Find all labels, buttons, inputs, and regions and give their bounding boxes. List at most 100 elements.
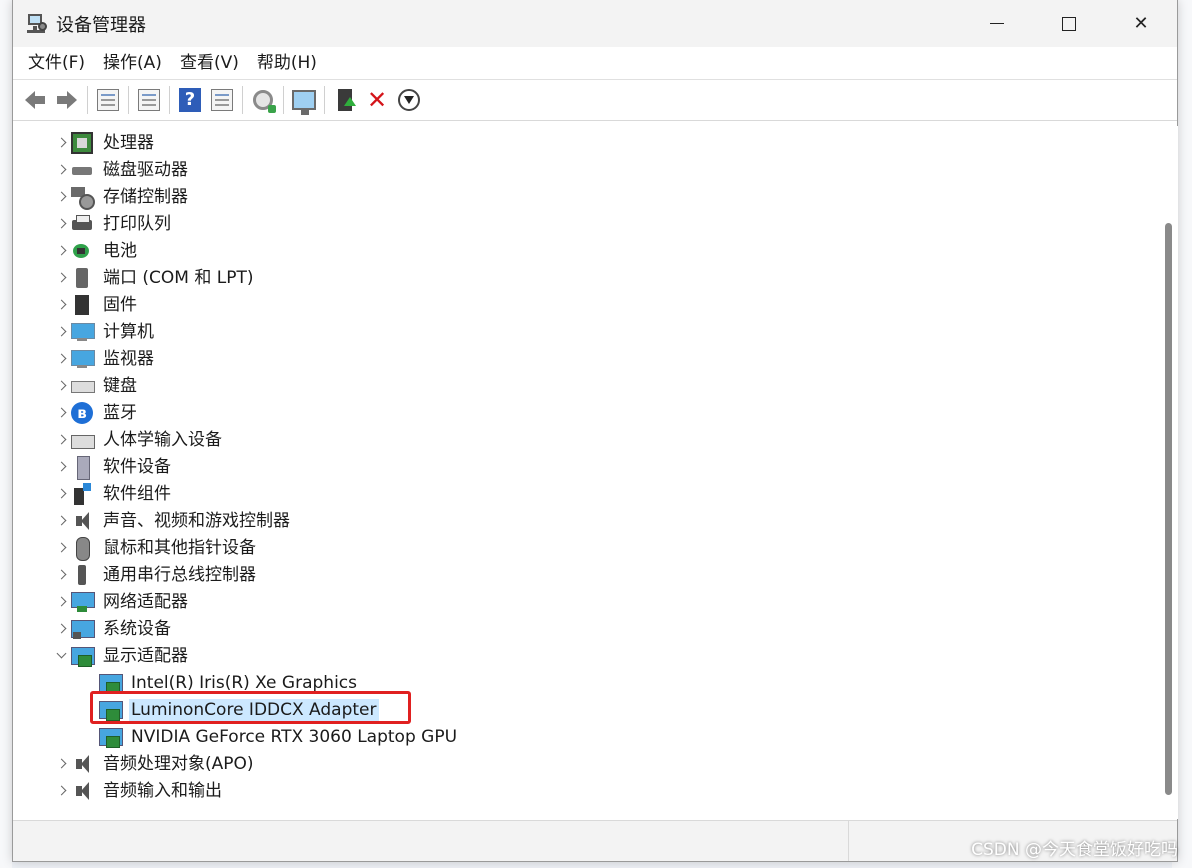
- tree-item-system-devices[interactable]: 系统设备: [51, 615, 173, 642]
- uninstall-device-button[interactable]: ✕: [361, 84, 393, 116]
- chevron-right-icon[interactable]: [51, 291, 71, 318]
- vertical-scrollbar[interactable]: [1160, 126, 1178, 819]
- toolbar: ? ✕: [13, 80, 1177, 121]
- device-manager-app-icon: [26, 13, 48, 35]
- update-driver-button[interactable]: [329, 84, 361, 116]
- computer-icon: [71, 321, 95, 343]
- back-arrow-icon: [25, 91, 45, 109]
- tree-item-label: 软件设备: [103, 456, 171, 477]
- tree-item-software-devices[interactable]: 软件设备: [51, 453, 173, 480]
- forward-button[interactable]: [51, 84, 83, 116]
- tree-item-label: NVIDIA GeForce RTX 3060 Laptop GPU: [131, 726, 458, 747]
- chevron-right-icon[interactable]: [51, 372, 71, 399]
- properties-button[interactable]: [133, 84, 165, 116]
- properties-icon: [138, 89, 160, 111]
- monitor-icon: [71, 348, 95, 370]
- minimize-button[interactable]: [961, 0, 1033, 47]
- action-pane-icon: [211, 89, 233, 111]
- toolbar-separator: [283, 86, 284, 114]
- tree-item-print-queues[interactable]: 打印队列: [51, 210, 173, 237]
- tree-item-bluetooth[interactable]: ʙ 蓝牙: [51, 399, 139, 426]
- chevron-right-icon[interactable]: [51, 129, 71, 156]
- chevron-right-icon[interactable]: [51, 588, 71, 615]
- chevron-down-icon[interactable]: [51, 642, 71, 669]
- chevron-right-icon[interactable]: [51, 318, 71, 345]
- chevron-right-icon[interactable]: [51, 426, 71, 453]
- menu-action[interactable]: 操作(A): [94, 47, 171, 80]
- window-title: 设备管理器: [56, 14, 146, 36]
- scan-hardware-icon: [253, 90, 276, 113]
- chevron-right-icon[interactable]: [51, 507, 71, 534]
- device-tree[interactable]: 处理器 磁盘驱动器 存储控制器 打印队列 电池 端口 (COM 和 LPT) 固…: [13, 126, 1160, 819]
- menu-bar: 文件(F) 操作(A) 查看(V) 帮助(H): [13, 47, 1177, 80]
- tree-item-display-adapters[interactable]: 显示适配器: [51, 642, 190, 669]
- tree-item-computer[interactable]: 计算机: [51, 318, 156, 345]
- firmware-icon: [71, 294, 93, 316]
- tree-item-audio-processing-objects[interactable]: 音频处理对象(APO): [51, 750, 256, 777]
- tree-item-label: 软件组件: [103, 483, 171, 504]
- watermark: CSDN @今天食堂饭好吃吗: [971, 840, 1178, 860]
- close-button[interactable]: ✕: [1105, 0, 1177, 47]
- battery-icon: [71, 240, 93, 262]
- printer-icon: [71, 213, 93, 235]
- tree-item-label: 键盘: [103, 375, 137, 396]
- tree-item-mice[interactable]: 鼠标和其他指针设备: [51, 534, 258, 561]
- tree-item-label: 通用串行总线控制器: [103, 564, 256, 585]
- chevron-right-icon[interactable]: [51, 561, 71, 588]
- tree-item-nvidia-rtx-3060[interactable]: NVIDIA GeForce RTX 3060 Laptop GPU: [99, 723, 459, 750]
- menu-file[interactable]: 文件(F): [19, 47, 94, 80]
- chevron-right-icon[interactable]: [51, 615, 71, 642]
- chevron-right-icon[interactable]: [51, 480, 71, 507]
- tree-item-luminoncore-iddcx[interactable]: LuminonCore IDDCX Adapter: [99, 696, 379, 723]
- tree-item-label: 音频输入和输出: [103, 780, 222, 801]
- show-hide-tree-button[interactable]: [92, 84, 124, 116]
- scan-hardware-button[interactable]: [247, 84, 279, 116]
- caption-buttons: ✕: [961, 0, 1177, 47]
- chevron-right-icon[interactable]: [51, 399, 71, 426]
- title-bar[interactable]: 设备管理器 ✕: [13, 0, 1177, 47]
- add-legacy-hardware-button[interactable]: [288, 84, 320, 116]
- tree-item-label: 计算机: [103, 321, 154, 342]
- help-button[interactable]: ?: [174, 84, 206, 116]
- chevron-right-icon[interactable]: [51, 183, 71, 210]
- tree-item-network-adapters[interactable]: 网络适配器: [51, 588, 190, 615]
- maximize-button[interactable]: [1033, 0, 1105, 47]
- disable-device-button[interactable]: [393, 84, 425, 116]
- disable-down-arrow-icon: [398, 89, 420, 111]
- tree-item-firmware[interactable]: 固件: [51, 291, 139, 318]
- scrollbar-thumb[interactable]: [1165, 223, 1172, 795]
- chevron-right-icon[interactable]: [51, 237, 71, 264]
- action-pane-button[interactable]: [206, 84, 238, 116]
- tree-item-software-components[interactable]: 软件组件: [51, 480, 173, 507]
- chevron-right-icon[interactable]: [51, 345, 71, 372]
- chevron-right-icon[interactable]: [51, 453, 71, 480]
- menu-view[interactable]: 查看(V): [171, 47, 248, 80]
- tree-item-audio-inputs-outputs[interactable]: 音频输入和输出: [51, 777, 224, 804]
- chevron-right-icon[interactable]: [51, 750, 71, 777]
- tree-item-label: 存储控制器: [103, 186, 188, 207]
- tree-item-hid[interactable]: 人体学输入设备: [51, 426, 224, 453]
- tree-item-sound-video-game[interactable]: 声音、视频和游戏控制器: [51, 507, 292, 534]
- chevron-right-icon[interactable]: [51, 210, 71, 237]
- tree-item-batteries[interactable]: 电池: [51, 237, 139, 264]
- forward-arrow-icon: [57, 91, 77, 109]
- tree-item-intel-iris-xe[interactable]: Intel(R) Iris(R) Xe Graphics: [99, 669, 359, 696]
- tree-item-keyboards[interactable]: 键盘: [51, 372, 139, 399]
- back-button[interactable]: [19, 84, 51, 116]
- tree-item-processor[interactable]: 处理器: [51, 129, 156, 156]
- menu-help[interactable]: 帮助(H): [248, 47, 326, 80]
- chevron-right-icon[interactable]: [51, 777, 71, 804]
- tree-item-label: 蓝牙: [103, 402, 137, 423]
- chevron-right-icon[interactable]: [51, 156, 71, 183]
- tree-item-storage-controllers[interactable]: 存储控制器: [51, 183, 190, 210]
- tree-item-monitors[interactable]: 监视器: [51, 345, 156, 372]
- usb-icon: [71, 564, 93, 586]
- bluetooth-icon: ʙ: [71, 401, 93, 424]
- chevron-right-icon[interactable]: [51, 264, 71, 291]
- chevron-right-icon[interactable]: [51, 534, 71, 561]
- tree-item-disk-drives[interactable]: 磁盘驱动器: [51, 156, 190, 183]
- tree-item-usb-controllers[interactable]: 通用串行总线控制器: [51, 561, 258, 588]
- tree-item-ports[interactable]: 端口 (COM 和 LPT): [51, 264, 256, 291]
- device-manager-window: 设备管理器 ✕ 文件(F) 操作(A) 查看(V) 帮助(H) ? ✕ 处理器 …: [12, 0, 1178, 862]
- tree-item-label: 电池: [103, 240, 137, 261]
